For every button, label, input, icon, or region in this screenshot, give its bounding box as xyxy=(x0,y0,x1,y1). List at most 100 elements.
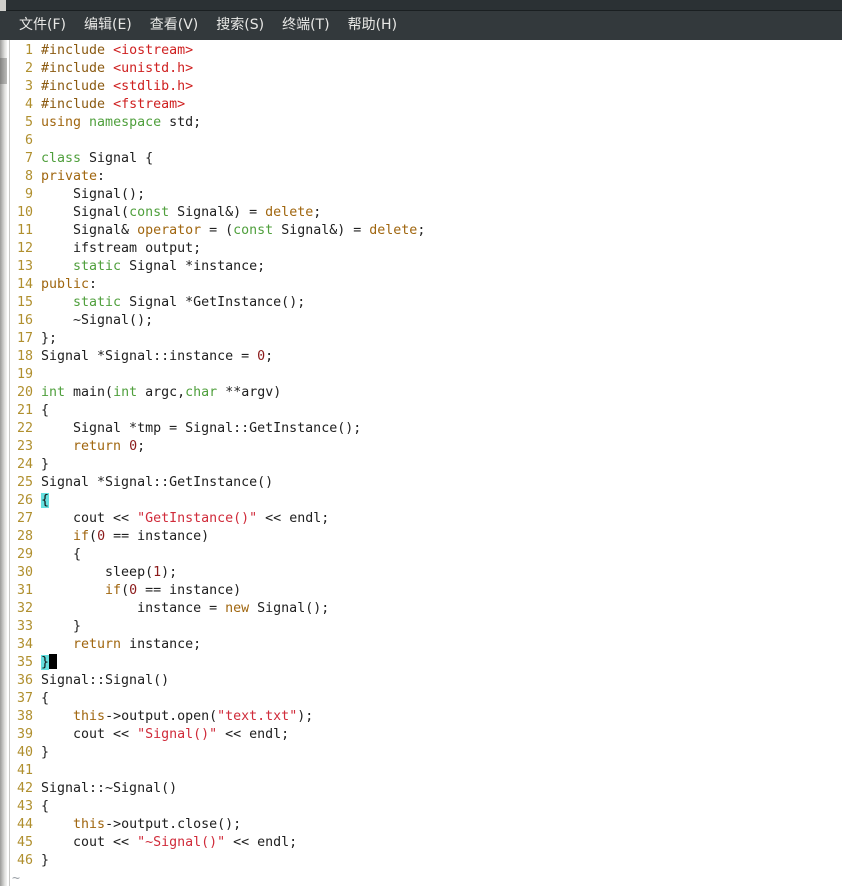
line-text[interactable]: static Signal *GetInstance(); xyxy=(41,294,842,312)
code-line[interactable]: 15 static Signal *GetInstance(); xyxy=(10,294,842,312)
line-text[interactable]: } xyxy=(41,654,842,672)
code-line[interactable]: 12 ifstream output; xyxy=(10,240,842,258)
line-text[interactable]: class Signal { xyxy=(41,150,842,168)
code-line[interactable]: 18 Signal *Signal::instance = 0; xyxy=(10,348,842,366)
line-text[interactable]: Signal& operator = (const Signal&) = del… xyxy=(41,222,842,240)
line-text[interactable]: cout << "GetInstance()" << endl; xyxy=(41,510,842,528)
code-line[interactable]: 6 xyxy=(10,132,842,150)
code-line[interactable]: 5 using namespace std; xyxy=(10,114,842,132)
code-line[interactable]: 42 Signal::~Signal() xyxy=(10,780,842,798)
line-text[interactable]: static Signal *instance; xyxy=(41,258,842,276)
line-text[interactable]: using namespace std; xyxy=(41,114,842,132)
line-text[interactable]: { xyxy=(41,690,842,708)
code-line[interactable]: 17}; xyxy=(10,330,842,348)
code-line[interactable]: 22 Signal *tmp = Signal::GetInstance(); xyxy=(10,420,842,438)
code-line[interactable]: 21 { xyxy=(10,402,842,420)
line-text[interactable]: } xyxy=(41,618,842,636)
line-text[interactable]: if(0 == instance) xyxy=(41,582,842,600)
code-line[interactable]: 24} xyxy=(10,456,842,474)
line-text[interactable]: Signal::~Signal() xyxy=(41,780,842,798)
line-text[interactable]: } xyxy=(41,852,842,870)
code-line[interactable]: 41 xyxy=(10,762,842,780)
code-line[interactable]: 1 #include <iostream> xyxy=(10,42,842,60)
menu-search[interactable]: 搜索(S) xyxy=(207,11,273,40)
line-text[interactable]: sleep(1); xyxy=(41,564,842,582)
code-line[interactable]: 34 return instance; xyxy=(10,636,842,654)
code-line[interactable]: 13 static Signal *instance; xyxy=(10,258,842,276)
line-text[interactable]: { xyxy=(41,798,842,816)
line-text[interactable]: #include <fstream> xyxy=(41,96,842,114)
code-line[interactable]: 11 Signal& operator = (const Signal&) = … xyxy=(10,222,842,240)
line-text[interactable]: { xyxy=(41,492,842,510)
code-line[interactable]: 36 Signal::Signal() xyxy=(10,672,842,690)
code-line[interactable]: 40} xyxy=(10,744,842,762)
code-line[interactable]: 20 int main(int argc,char **argv) xyxy=(10,384,842,402)
line-text[interactable]: Signal(const Signal&) = delete; xyxy=(41,204,842,222)
window-left-edge-handle[interactable] xyxy=(0,58,7,84)
code-line[interactable]: 8 private: xyxy=(10,168,842,186)
code-line[interactable]: 32 instance = new Signal(); xyxy=(10,600,842,618)
code-line[interactable]: 35} xyxy=(10,654,842,672)
line-text[interactable]: cout << "Signal()" << endl; xyxy=(41,726,842,744)
code-line[interactable]: 19 xyxy=(10,366,842,384)
line-text[interactable]: instance = new Signal(); xyxy=(41,600,842,618)
code-line[interactable]: 25 Signal *Signal::GetInstance() xyxy=(10,474,842,492)
line-text[interactable]: { xyxy=(41,402,842,420)
code-line[interactable]: 10 Signal(const Signal&) = delete; xyxy=(10,204,842,222)
code-line[interactable]: 4 #include <fstream> xyxy=(10,96,842,114)
code-line[interactable]: 27 cout << "GetInstance()" << endl; xyxy=(10,510,842,528)
code-line[interactable]: 26 { xyxy=(10,492,842,510)
code-line[interactable]: 37 { xyxy=(10,690,842,708)
line-text[interactable]: cout << "~Signal()" << endl; xyxy=(41,834,842,852)
line-text[interactable]: public: xyxy=(41,276,842,294)
line-text[interactable]: this->output.open("text.txt"); xyxy=(41,708,842,726)
code-line[interactable]: 23 return 0; xyxy=(10,438,842,456)
line-text[interactable] xyxy=(41,366,842,384)
line-text[interactable]: Signal *Signal::instance = 0; xyxy=(41,348,842,366)
code-line[interactable]: 38 this->output.open("text.txt"); xyxy=(10,708,842,726)
line-text[interactable]: Signal *Signal::GetInstance() xyxy=(41,474,842,492)
menu-file[interactable]: 文件(F) xyxy=(10,11,75,40)
line-text[interactable]: #include <stdlib.h> xyxy=(41,78,842,96)
line-text[interactable] xyxy=(41,132,842,150)
line-text[interactable]: Signal::Signal() xyxy=(41,672,842,690)
menu-edit[interactable]: 编辑(E) xyxy=(75,11,141,40)
code-line[interactable]: 31 if(0 == instance) xyxy=(10,582,842,600)
line-text[interactable]: this->output.close(); xyxy=(41,816,842,834)
code-lines-container[interactable]: 1 #include <iostream> 2 #include <unistd.h>… xyxy=(10,42,842,886)
line-text[interactable]: Signal(); xyxy=(41,186,842,204)
line-text[interactable]: ifstream output; xyxy=(41,240,842,258)
line-text[interactable]: { xyxy=(41,546,842,564)
code-line[interactable]: 2 #include <unistd.h> xyxy=(10,60,842,78)
line-text[interactable]: return 0; xyxy=(41,438,842,456)
line-text[interactable]: } xyxy=(41,744,842,762)
code-line[interactable]: 16 ~Signal(); xyxy=(10,312,842,330)
menu-help[interactable]: 帮助(H) xyxy=(339,11,406,40)
menu-view[interactable]: 查看(V) xyxy=(141,11,208,40)
code-line[interactable]: 44 this->output.close(); xyxy=(10,816,842,834)
line-text[interactable] xyxy=(41,762,842,780)
line-text[interactable]: }; xyxy=(41,330,842,348)
line-text[interactable]: private: xyxy=(41,168,842,186)
code-line[interactable]: 30 sleep(1); xyxy=(10,564,842,582)
code-line[interactable]: 46} xyxy=(10,852,842,870)
code-line[interactable]: 29 { xyxy=(10,546,842,564)
line-text[interactable]: int main(int argc,char **argv) xyxy=(41,384,842,402)
code-line[interactable]: 33 } xyxy=(10,618,842,636)
line-text[interactable]: if(0 == instance) xyxy=(41,528,842,546)
line-text[interactable]: #include <iostream> xyxy=(41,42,842,60)
code-line[interactable]: 43 { xyxy=(10,798,842,816)
code-line[interactable]: 14 public: xyxy=(10,276,842,294)
line-text[interactable]: Signal *tmp = Signal::GetInstance(); xyxy=(41,420,842,438)
code-line[interactable]: 28 if(0 == instance) xyxy=(10,528,842,546)
text-editor-view[interactable]: 1 #include <iostream> 2 #include <unistd.h>… xyxy=(0,40,842,886)
menu-terminal[interactable]: 终端(T) xyxy=(273,11,338,40)
line-text[interactable]: } xyxy=(41,456,842,474)
code-line[interactable]: 7 class Signal { xyxy=(10,150,842,168)
code-line[interactable]: 3 #include <stdlib.h> xyxy=(10,78,842,96)
line-text[interactable]: return instance; xyxy=(41,636,842,654)
code-line[interactable]: 39 cout << "Signal()" << endl; xyxy=(10,726,842,744)
code-line[interactable]: 9 Signal(); xyxy=(10,186,842,204)
line-text[interactable]: #include <unistd.h> xyxy=(41,60,842,78)
line-text[interactable]: ~Signal(); xyxy=(41,312,842,330)
